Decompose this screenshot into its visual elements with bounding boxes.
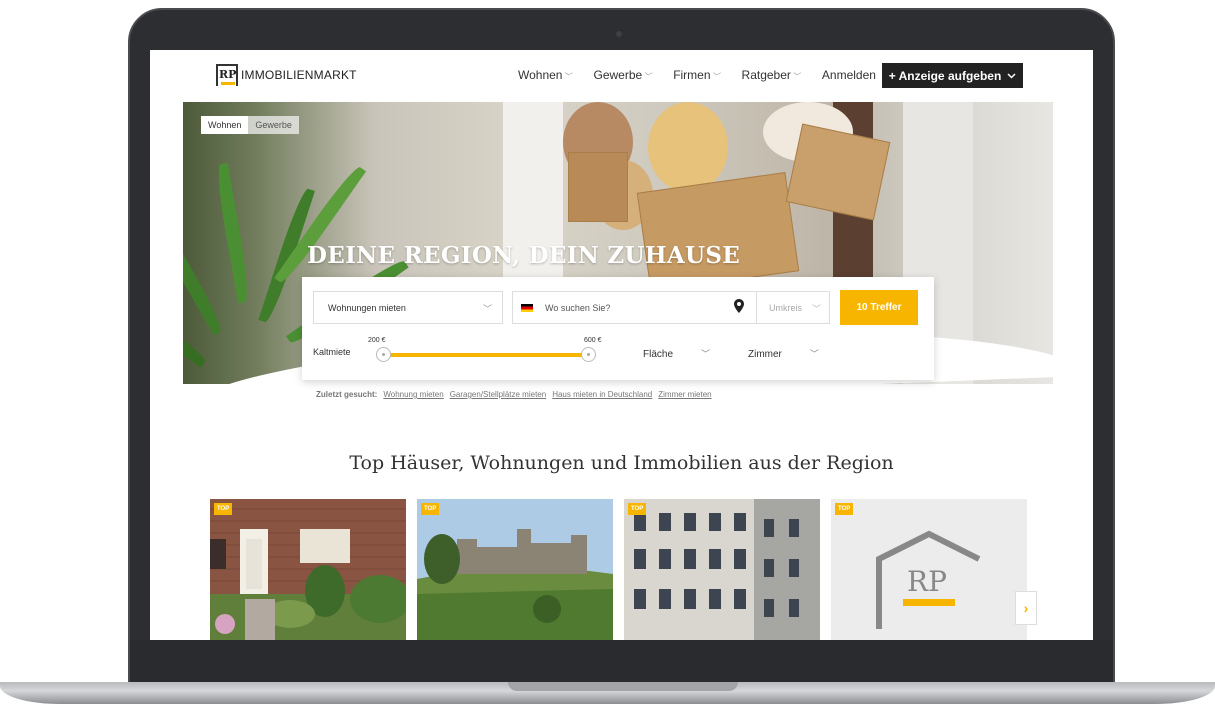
location-pin-icon[interactable] <box>734 299 744 313</box>
rent-max-value: 600 € <box>584 337 602 344</box>
tab-wohnen[interactable]: Wohnen <box>201 116 249 134</box>
search-panel: Wohnungen mieten ﹀ Wo suchen Sie? Umkrei… <box>302 277 934 380</box>
chevron-down-icon: ﹀ <box>811 304 821 314</box>
svg-text:RP: RP <box>907 565 947 598</box>
recent-label: Zuletzt gesucht: <box>316 390 378 399</box>
post-ad-label: + Anzeige aufgeben <box>888 68 1002 83</box>
chevron-down-icon: ﹀ <box>711 72 720 81</box>
recent-link[interactable]: Wohnung mieten <box>383 390 443 399</box>
rent-min-handle[interactable] <box>376 347 391 362</box>
top-badge: TOP <box>628 503 647 515</box>
chevron-down-icon: ﹀ <box>643 72 652 81</box>
germany-flag-icon <box>521 303 533 312</box>
recent-link[interactable]: Zimmer mieten <box>658 390 711 399</box>
property-type-value: Wohnungen mieten <box>328 302 406 313</box>
hero-tabs: Wohnen Gewerbe <box>201 116 299 134</box>
tab-gewerbe[interactable]: Gewerbe <box>248 116 299 134</box>
rooms-select[interactable]: Zimmer ﹀ <box>748 347 819 360</box>
rent-range-slider[interactable] <box>376 347 596 362</box>
location-input[interactable]: Wo suchen Sie? <box>512 291 757 324</box>
logo-house-icon: RP <box>216 64 238 86</box>
section-title: Top Häuser, Wohnungen und Immobilien aus… <box>349 452 894 474</box>
browser-screen: RP IMMOBILIENMARKT Wohnen﹀ Gewerbe﹀ Firm… <box>150 50 1093 640</box>
rent-label: Kaltmiete <box>313 347 351 357</box>
property-type-select[interactable]: Wohnungen mieten ﹀ <box>313 291 503 324</box>
nav-item-ratgeber[interactable]: Ratgeber﹀ <box>742 68 800 82</box>
login-link[interactable]: Anmelden <box>822 68 876 82</box>
top-badge: TOP <box>214 503 233 515</box>
radius-value: Umkreis <box>769 302 802 313</box>
chevron-down-icon: ﹀ <box>809 349 819 359</box>
listing-card[interactable]: TOP <box>210 499 406 640</box>
nav-item-gewerbe[interactable]: Gewerbe﹀ <box>593 68 651 82</box>
chevron-down-icon: ﹀ <box>701 349 711 359</box>
search-submit-button[interactable]: 10 Treffer <box>840 290 918 325</box>
location-placeholder: Wo suchen Sie? <box>545 302 611 313</box>
rent-min-value: 200 € <box>368 337 386 344</box>
apartment-building-photo <box>624 499 820 640</box>
camera <box>616 31 622 37</box>
castle-photo <box>417 499 613 640</box>
top-badge: TOP <box>421 503 440 515</box>
laptop-notch <box>508 682 738 691</box>
area-label: Fläche <box>643 349 674 360</box>
recent-searches: Zuletzt gesucht: Wohnung mieten Garagen/… <box>316 390 712 399</box>
chevron-down-icon: ﹀ <box>563 72 572 81</box>
logo-mark-text: RP <box>219 68 237 81</box>
logo-text: IMMOBILIENMARKT <box>241 68 357 82</box>
listing-card[interactable]: RP TOP <box>831 499 1027 640</box>
nav-item-wohnen[interactable]: Wohnen﹀ <box>518 68 571 82</box>
site-header: RP IMMOBILIENMARKT Wohnen﹀ Gewerbe﹀ Firm… <box>150 50 1093 102</box>
area-select[interactable]: Fläche ﹀ <box>643 347 710 360</box>
post-ad-button[interactable]: + Anzeige aufgeben <box>882 63 1023 88</box>
laptop-bezel <box>130 640 1113 682</box>
listing-carousel: TOP TOP TOP RP TOP <box>210 499 1027 640</box>
carousel-next-button[interactable]: › <box>1015 591 1037 625</box>
recent-link[interactable]: Haus mieten in Deutschland <box>552 390 652 399</box>
listing-card[interactable]: TOP <box>417 499 613 640</box>
main-nav: Wohnen﹀ Gewerbe﹀ Firmen﹀ Ratgeber﹀ Anmel… <box>518 68 898 82</box>
listing-card[interactable]: TOP <box>624 499 820 640</box>
chevron-down-icon <box>1007 72 1016 79</box>
nav-item-firmen[interactable]: Firmen﹀ <box>673 68 719 82</box>
placeholder-logo-icon: RP <box>831 499 1027 640</box>
radius-select[interactable]: Umkreis ﹀ <box>757 291 830 324</box>
top-badge: TOP <box>835 503 854 515</box>
laptop-mockup: RP IMMOBILIENMARKT Wohnen﹀ Gewerbe﹀ Firm… <box>0 0 1215 705</box>
rent-range-fill <box>383 353 589 357</box>
chevron-down-icon: ﹀ <box>791 72 800 81</box>
site-logo[interactable]: RP IMMOBILIENMARKT <box>216 64 357 86</box>
brick-house-photo <box>210 499 406 640</box>
chevron-down-icon: ﹀ <box>482 304 492 314</box>
hero-headline: DEINE REGION, DEIN ZUHAUSE <box>307 242 741 269</box>
recent-link[interactable]: Garagen/Stellplätze mieten <box>450 390 547 399</box>
rooms-label: Zimmer <box>748 349 782 360</box>
rent-max-handle[interactable] <box>581 347 596 362</box>
